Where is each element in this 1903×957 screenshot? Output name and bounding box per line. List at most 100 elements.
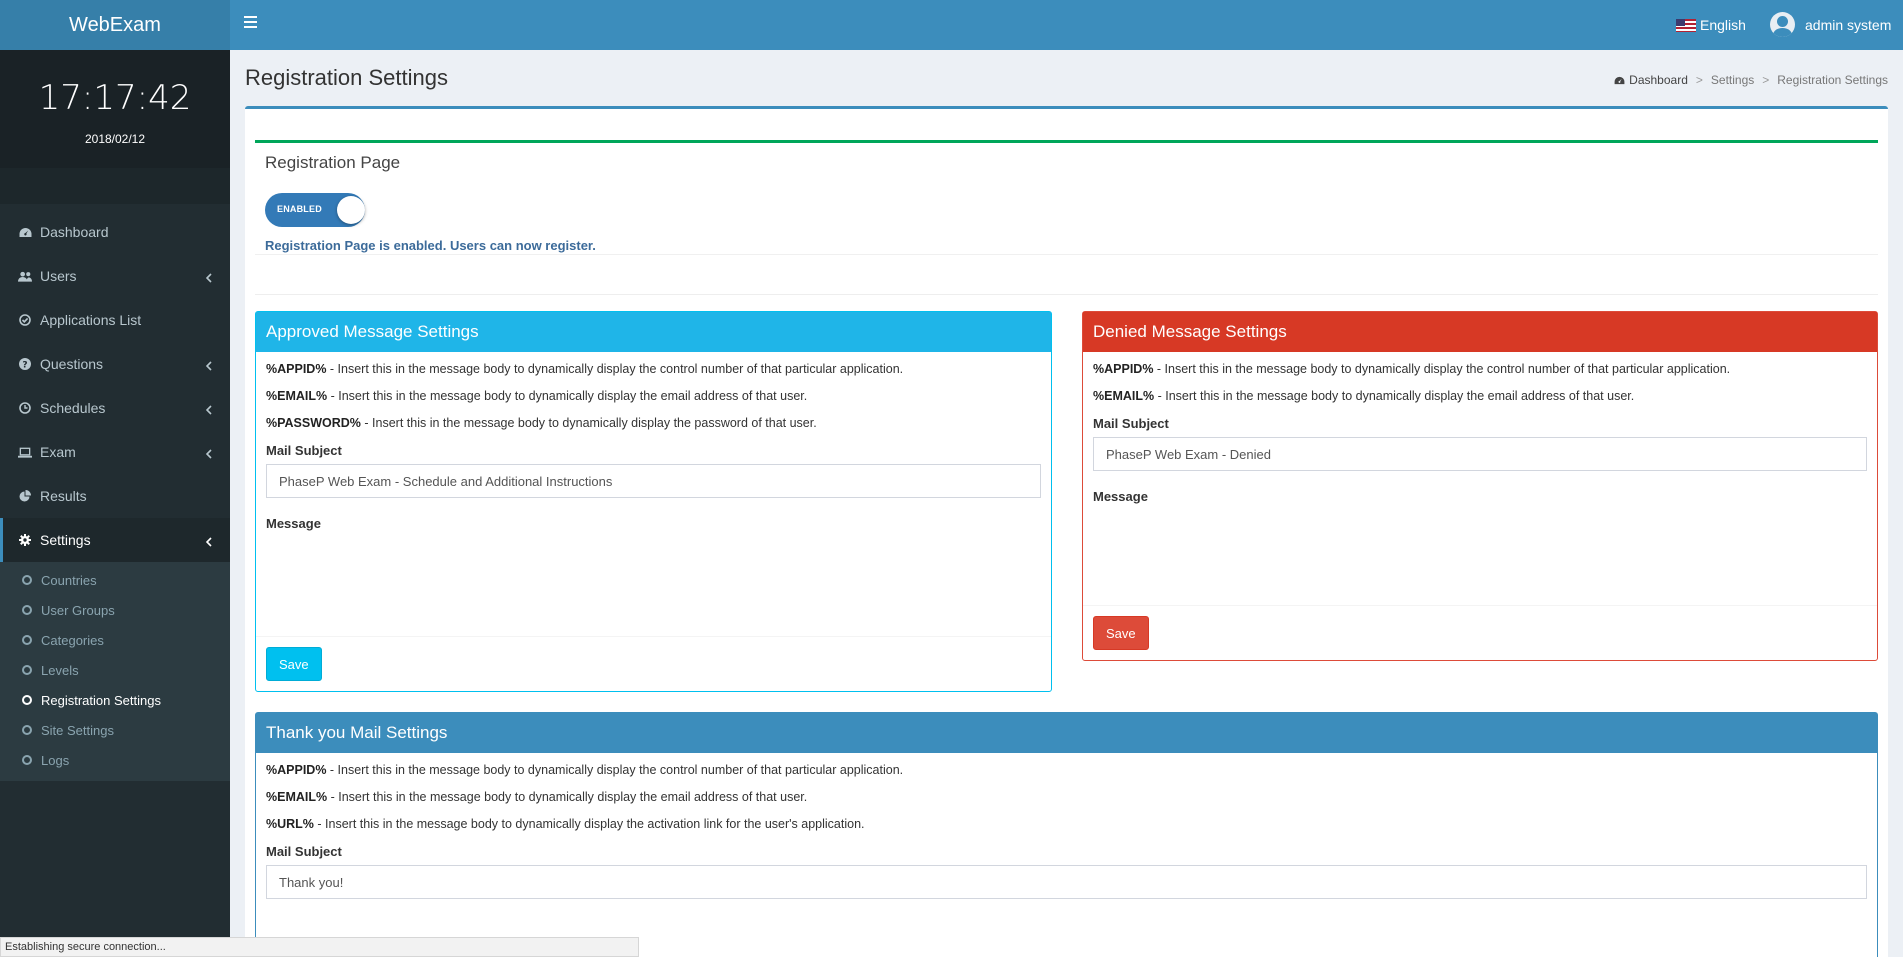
message-label: Message <box>266 516 321 531</box>
sidebar-item-label: Settings <box>40 532 91 548</box>
sidebar-item-countries[interactable]: Countries <box>0 565 230 595</box>
denied-message-panel: Denied Message Settings %APPID% - Insert… <box>1082 311 1878 661</box>
token-help: %EMAIL% - Insert this in the message bod… <box>266 389 1041 404</box>
clock-time: 17:17:42 <box>38 78 192 118</box>
brand-logo[interactable]: WebExam <box>0 0 230 50</box>
sidebar-item-logs[interactable]: Logs <box>0 745 230 775</box>
approved-mail-subject-input[interactable]: PhaseP Web Exam - Schedule and Additiona… <box>266 464 1041 498</box>
pie-chart-icon <box>18 489 32 503</box>
denied-save-button[interactable]: Save <box>1093 616 1149 650</box>
chevron-left-icon <box>205 358 212 374</box>
thanks-mail-subject-input[interactable]: Thank you! <box>266 865 1867 899</box>
sidebar-toggle-icon[interactable] <box>244 16 257 28</box>
token-desc: - Insert this in the message body to dyn… <box>326 763 904 777</box>
token-help: %URL% - Insert this in the message body … <box>266 817 1867 832</box>
breadcrumb-separator: > <box>1695 73 1703 87</box>
token-key: %EMAIL% <box>266 389 328 403</box>
breadcrumb: Dashboard > Settings > Registration Sett… <box>1614 73 1888 87</box>
token-key: %EMAIL% <box>1093 389 1155 403</box>
sidebar-item-label: Results <box>40 488 87 504</box>
section-divider <box>255 294 1878 295</box>
sidebar-item-users[interactable]: Users <box>0 254 230 298</box>
sidebar-item-schedules[interactable]: Schedules <box>0 386 230 430</box>
panel-title: Approved Message Settings <box>256 312 1051 352</box>
circle-icon <box>22 695 32 705</box>
circle-icon <box>22 725 32 735</box>
mail-subject-label: Mail Subject <box>266 443 342 458</box>
sidebar-item-user-groups[interactable]: User Groups <box>0 595 230 625</box>
sidebar-item-label: Questions <box>40 356 104 372</box>
sidebar-item-levels[interactable]: Levels <box>0 655 230 685</box>
sidebar-item-label: Exam <box>40 444 76 460</box>
token-desc: - Insert this in the message body to dyn… <box>326 362 904 376</box>
token-help: %APPID% - Insert this in the message bod… <box>1093 362 1867 377</box>
thank-you-mail-panel: Thank you Mail Settings %APPID% - Insert… <box>255 712 1878 957</box>
circle-icon <box>22 755 32 765</box>
token-desc: - Insert this in the message body to dyn… <box>1153 362 1731 376</box>
sidebar-item-label: Dashboard <box>40 224 109 240</box>
sidebar-menu: Dashboard Users Applications List ? Ques… <box>0 210 230 781</box>
token-help: %PASSWORD% - Insert this in the message … <box>266 416 1041 431</box>
token-key: %APPID% <box>266 362 327 376</box>
users-icon <box>18 269 32 283</box>
token-desc: - Insert this in the message body to dyn… <box>360 416 817 430</box>
registration-page-title: Registration Page <box>265 153 401 172</box>
settings-submenu: Countries User Groups Categories Levels … <box>0 562 230 781</box>
registration-toggle[interactable]: ENABLED <box>265 193 365 227</box>
submenu-label: Registration Settings <box>41 692 161 708</box>
mail-subject-label: Mail Subject <box>266 844 342 859</box>
token-help: %APPID% - Insert this in the message bod… <box>266 362 1041 377</box>
panel-title: Denied Message Settings <box>1083 312 1877 352</box>
circle-icon <box>22 605 32 615</box>
gear-icon <box>18 533 32 547</box>
token-desc: - Insert this in the message body to dyn… <box>327 790 808 804</box>
breadcrumb-settings[interactable]: Settings <box>1711 73 1754 87</box>
clock-icon <box>18 401 32 415</box>
submenu-label: Categories <box>41 632 104 648</box>
sidebar-item-settings[interactable]: Settings <box>0 518 230 562</box>
sidebar-item-dashboard[interactable]: Dashboard <box>0 210 230 254</box>
toggle-label: ENABLED <box>277 204 322 214</box>
sidebar-item-categories[interactable]: Categories <box>0 625 230 655</box>
chevron-left-icon <box>205 446 212 462</box>
sidebar-item-registration-settings[interactable]: Registration Settings <box>0 685 230 715</box>
content-wrapper: Registration Settings Dashboard > Settin… <box>230 50 1903 957</box>
sidebar-item-site-settings[interactable]: Site Settings <box>0 715 230 745</box>
clock-date: 2018/02/12 <box>84 132 146 146</box>
submenu-label: Countries <box>41 572 97 588</box>
breadcrumb-current: Registration Settings <box>1777 73 1888 87</box>
user-menu[interactable]: admin system <box>1770 12 1891 37</box>
dashboard-icon <box>1614 76 1625 85</box>
language-selector[interactable]: English <box>1676 17 1746 33</box>
approved-save-button[interactable]: Save <box>266 647 322 681</box>
sidebar-item-exam[interactable]: Exam <box>0 430 230 474</box>
registration-status: Registration Page is enabled. Users can … <box>265 238 596 253</box>
breadcrumb-dashboard[interactable]: Dashboard <box>1614 73 1688 87</box>
sidebar-item-questions[interactable]: ? Questions <box>0 342 230 386</box>
denied-mail-subject-input[interactable]: PhaseP Web Exam - Denied <box>1093 437 1867 471</box>
language-label: English <box>1700 17 1746 33</box>
sidebar-item-applications-list[interactable]: Applications List <box>0 298 230 342</box>
panel-footer: Save <box>256 636 1051 691</box>
svg-text:?: ? <box>22 361 27 371</box>
token-help: %APPID% - Insert this in the message bod… <box>266 763 1867 778</box>
sidebar-item-label: Users <box>40 268 77 284</box>
token-key: %APPID% <box>266 763 327 777</box>
sidebar-spacer <box>0 168 230 204</box>
us-flag-icon <box>1676 18 1696 32</box>
question-circle-icon: ? <box>18 357 32 371</box>
token-desc: - Insert this in the message body to dyn… <box>1154 389 1635 403</box>
panel-footer: Save <box>1083 605 1877 660</box>
sidebar-item-label: Schedules <box>40 400 106 416</box>
main-box: Registration Page ENABLED Registration P… <box>245 106 1888 957</box>
token-desc: - Insert this in the message body to dyn… <box>327 389 808 403</box>
approved-message-panel: Approved Message Settings %APPID% - Inse… <box>255 311 1052 692</box>
message-label: Message <box>1093 489 1148 504</box>
circle-icon <box>22 665 32 675</box>
check-circle-icon <box>18 313 32 327</box>
breadcrumb-separator: > <box>1762 73 1770 87</box>
mail-subject-label: Mail Subject <box>1093 416 1169 431</box>
browser-status-bar: Establishing secure connection... <box>0 937 639 957</box>
sidebar-item-results[interactable]: Results <box>0 474 230 518</box>
submenu-label: User Groups <box>41 602 115 618</box>
